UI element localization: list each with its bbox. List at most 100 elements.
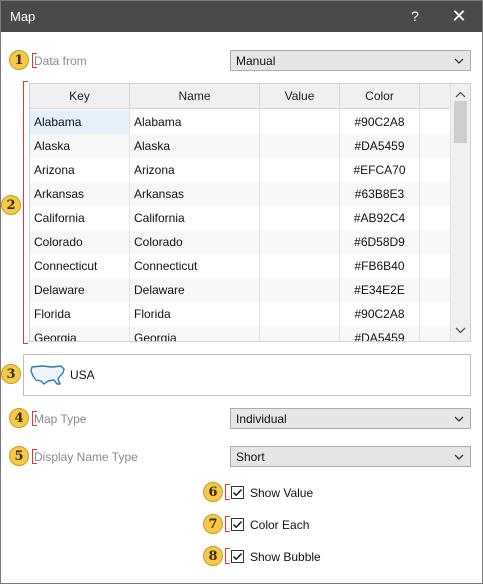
dialog-title: Map bbox=[10, 9, 36, 24]
callout-bracket-8 bbox=[225, 548, 230, 564]
table-row[interactable]: Arkansas Arkansas #63B8E3 bbox=[30, 182, 450, 206]
map-type-select[interactable]: Individual bbox=[230, 408, 471, 429]
color-each-label[interactable]: Color Each bbox=[250, 518, 309, 532]
display-name-type-select[interactable]: Short bbox=[230, 446, 471, 467]
map-type-label: Map Type bbox=[34, 412, 87, 426]
close-button[interactable]: ✕ bbox=[439, 1, 479, 32]
table-row[interactable]: Georgia Georgia #DA5459 bbox=[30, 326, 450, 341]
key-cell[interactable]: Alabama bbox=[30, 110, 130, 134]
value-cell[interactable] bbox=[260, 134, 340, 158]
name-cell[interactable]: Alabama bbox=[130, 110, 260, 134]
value-cell[interactable] bbox=[260, 158, 340, 182]
table-row[interactable]: California California #AB92C4 bbox=[30, 206, 450, 230]
name-cell[interactable]: Georgia bbox=[130, 326, 260, 341]
color-cell[interactable]: #FB6B40 bbox=[340, 254, 420, 278]
key-cell[interactable]: California bbox=[30, 206, 130, 230]
callout-marker-1: 1 bbox=[9, 50, 29, 70]
show-bubble-checkbox[interactable] bbox=[231, 550, 244, 563]
chevron-down-icon bbox=[454, 416, 464, 422]
color-cell[interactable]: #EFCA70 bbox=[340, 158, 420, 182]
display-name-type-value: Short bbox=[236, 450, 265, 464]
key-cell[interactable]: Delaware bbox=[30, 278, 130, 302]
color-cell[interactable]: #AB92C4 bbox=[340, 206, 420, 230]
name-cell[interactable]: Connecticut bbox=[130, 254, 260, 278]
name-cell[interactable]: Alaska bbox=[130, 134, 260, 158]
name-cell[interactable]: Arizona bbox=[130, 158, 260, 182]
name-cell[interactable]: Delaware bbox=[130, 278, 260, 302]
key-cell[interactable]: Colorado bbox=[30, 230, 130, 254]
grid-header: Key Name Value Color bbox=[30, 84, 450, 109]
name-cell[interactable]: California bbox=[130, 206, 260, 230]
value-cell[interactable] bbox=[260, 278, 340, 302]
chevron-down-icon bbox=[454, 454, 464, 460]
key-cell[interactable]: Florida bbox=[30, 302, 130, 326]
color-cell[interactable]: #DA5459 bbox=[340, 326, 420, 341]
table-row[interactable]: Alabama Alabama #90C2A8 bbox=[30, 110, 450, 134]
column-header-value[interactable]: Value bbox=[260, 84, 340, 109]
vertical-scrollbar[interactable] bbox=[450, 84, 470, 341]
callout-marker-5: 5 bbox=[9, 446, 29, 466]
map-name: USA bbox=[70, 368, 95, 382]
checkmark-icon bbox=[233, 553, 243, 561]
map-selector[interactable]: USA bbox=[23, 354, 471, 396]
callout-bracket-2 bbox=[23, 81, 28, 344]
name-cell[interactable]: Florida bbox=[130, 302, 260, 326]
data-from-label: Data from bbox=[34, 54, 87, 68]
callout-marker-8: 8 bbox=[203, 546, 223, 566]
scrollbar-thumb[interactable] bbox=[454, 101, 467, 143]
callout-bracket-6 bbox=[225, 484, 230, 500]
callout-marker-4: 4 bbox=[9, 408, 29, 428]
table-row[interactable]: Delaware Delaware #E34E2E bbox=[30, 278, 450, 302]
color-cell[interactable]: #E34E2E bbox=[340, 278, 420, 302]
value-cell[interactable] bbox=[260, 302, 340, 326]
value-cell[interactable] bbox=[260, 206, 340, 230]
key-cell[interactable]: Arizona bbox=[30, 158, 130, 182]
table-row[interactable]: Colorado Colorado #6D58D9 bbox=[30, 230, 450, 254]
chevron-down-icon bbox=[454, 58, 464, 64]
data-from-select[interactable]: Manual bbox=[230, 50, 471, 71]
value-cell[interactable] bbox=[260, 254, 340, 278]
color-cell[interactable]: #DA5459 bbox=[340, 134, 420, 158]
data-from-value: Manual bbox=[236, 54, 276, 68]
color-cell[interactable]: #63B8E3 bbox=[340, 182, 420, 206]
column-header-name[interactable]: Name bbox=[130, 84, 260, 109]
column-header-color[interactable]: Color bbox=[340, 84, 420, 109]
scroll-down-icon[interactable] bbox=[451, 322, 470, 339]
show-value-checkbox[interactable] bbox=[231, 486, 244, 499]
usa-map-icon bbox=[30, 365, 65, 385]
callout-marker-6: 6 bbox=[203, 482, 223, 502]
table-row[interactable]: Arizona Arizona #EFCA70 bbox=[30, 158, 450, 182]
data-grid[interactable]: Key Name Value Color Alabama Alabama #90… bbox=[29, 83, 471, 342]
value-cell[interactable] bbox=[260, 182, 340, 206]
name-cell[interactable]: Colorado bbox=[130, 230, 260, 254]
color-cell[interactable]: #90C2A8 bbox=[340, 110, 420, 134]
callout-marker-2: 2 bbox=[1, 195, 21, 215]
checkmark-icon bbox=[233, 521, 243, 529]
callout-marker-7: 7 bbox=[203, 514, 223, 534]
color-cell[interactable]: #90C2A8 bbox=[340, 302, 420, 326]
show-bubble-label[interactable]: Show Bubble bbox=[250, 550, 321, 564]
checkmark-icon bbox=[233, 489, 243, 497]
table-row[interactable]: Alaska Alaska #DA5459 bbox=[30, 134, 450, 158]
callout-marker-3: 3 bbox=[1, 364, 21, 384]
color-each-checkbox[interactable] bbox=[231, 518, 244, 531]
help-button[interactable]: ? bbox=[395, 1, 435, 32]
title-bar: Map ? ✕ bbox=[1, 1, 482, 32]
value-cell[interactable] bbox=[260, 110, 340, 134]
table-row[interactable]: Connecticut Connecticut #FB6B40 bbox=[30, 254, 450, 278]
value-cell[interactable] bbox=[260, 230, 340, 254]
key-cell[interactable]: Arkansas bbox=[30, 182, 130, 206]
key-cell[interactable]: Connecticut bbox=[30, 254, 130, 278]
key-cell[interactable]: Alaska bbox=[30, 134, 130, 158]
value-cell[interactable] bbox=[260, 326, 340, 341]
callout-bracket-7 bbox=[225, 516, 230, 532]
show-value-label[interactable]: Show Value bbox=[250, 486, 313, 500]
map-dialog: Map ? ✕ 1 Data from Manual 2 Key Name Va… bbox=[0, 0, 483, 584]
display-name-type-label: Display Name Type bbox=[34, 450, 138, 464]
table-row[interactable]: Florida Florida #90C2A8 bbox=[30, 302, 450, 326]
key-cell[interactable]: Georgia bbox=[30, 326, 130, 341]
column-header-key[interactable]: Key bbox=[30, 84, 130, 109]
color-cell[interactable]: #6D58D9 bbox=[340, 230, 420, 254]
name-cell[interactable]: Arkansas bbox=[130, 182, 260, 206]
map-type-value: Individual bbox=[236, 412, 287, 426]
